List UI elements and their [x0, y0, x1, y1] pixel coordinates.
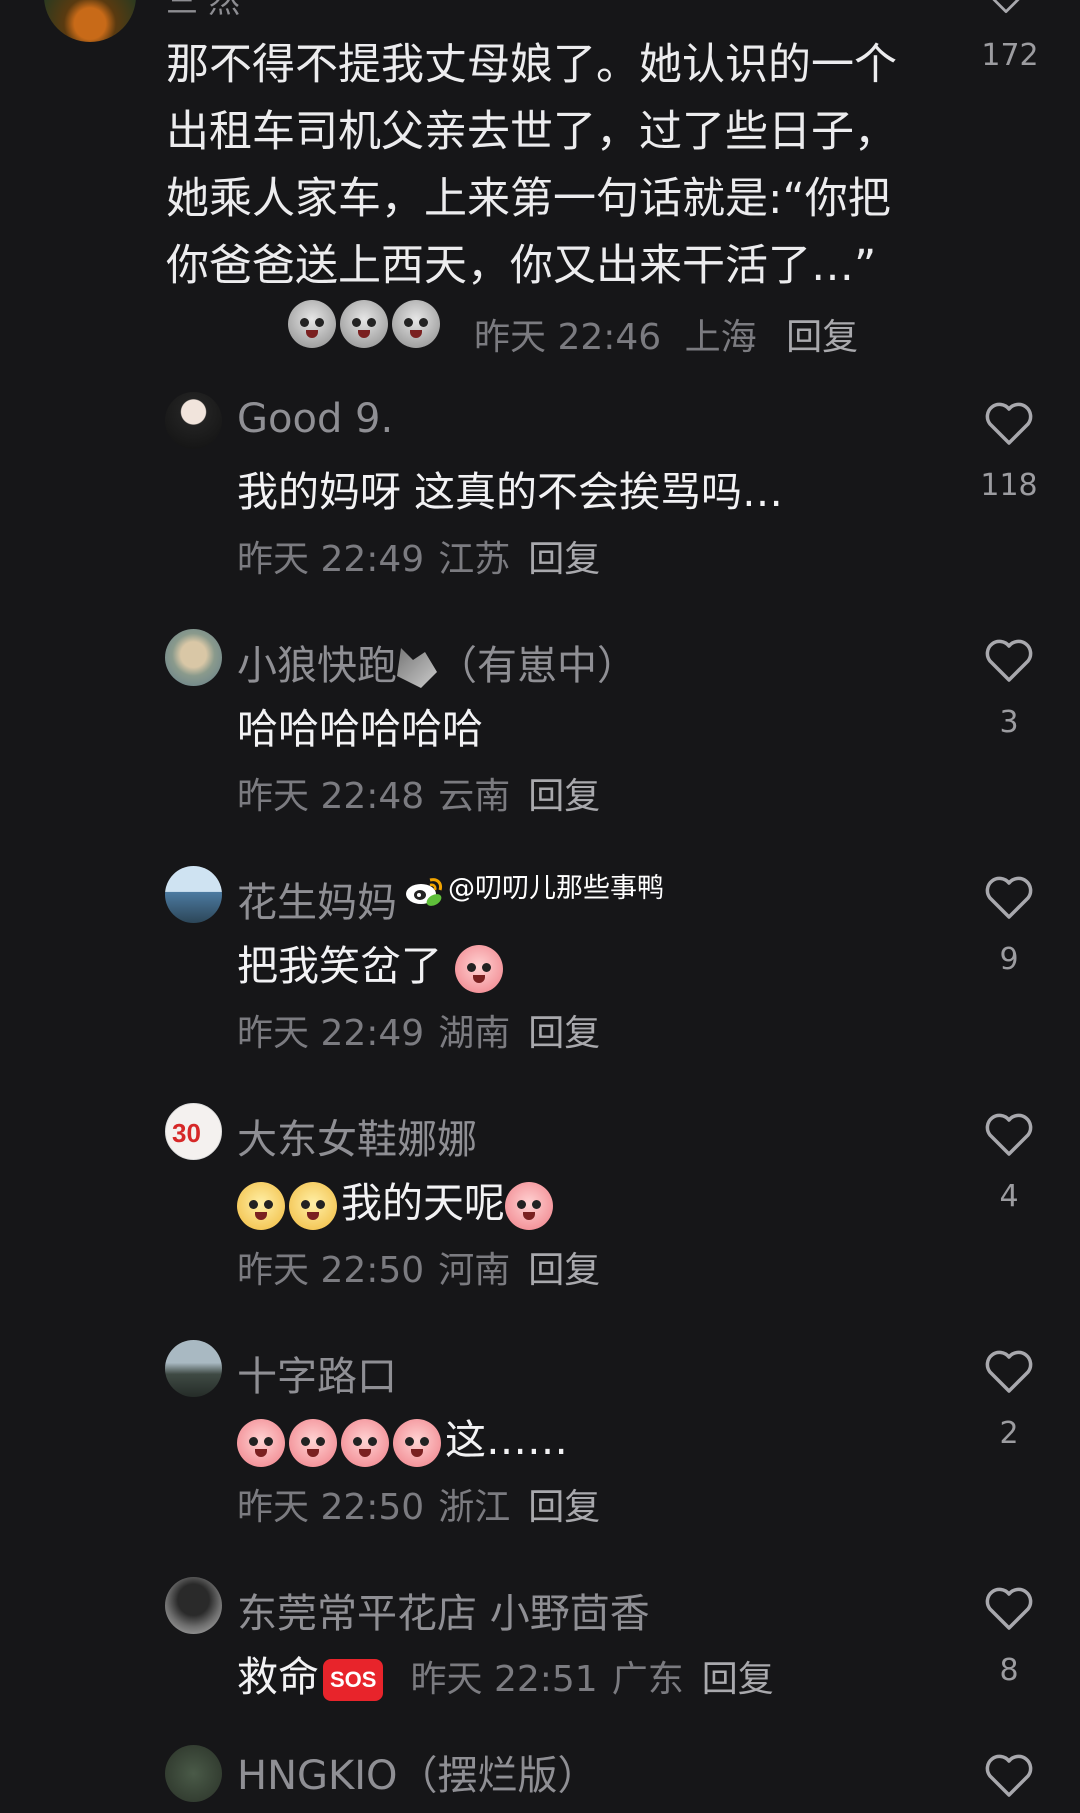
heart-outline-icon[interactable]: [984, 637, 1034, 683]
crying-laughing-emoji-icon: [505, 1182, 553, 1230]
comment-meta: 昨天 22:50 河南 回复: [237, 1241, 600, 1293]
comment-meta: 昨天 22:49 江苏 回复: [237, 530, 600, 582]
comment-time: 昨天 22:49: [237, 1013, 425, 1054]
emoji-icon: [288, 300, 336, 348]
emoji-icon: [340, 300, 388, 348]
emoji-icon: [392, 300, 440, 348]
avatar[interactable]: [44, 0, 136, 42]
comment-time: 昨天 22:50: [237, 1250, 425, 1291]
comment-meta: 昨天 22:50 浙江 回复: [237, 1478, 600, 1530]
watermark: @叨叨儿那些事鸭: [404, 866, 664, 906]
avatar[interactable]: 30: [165, 1103, 222, 1160]
comment-text-content: 这……: [445, 1416, 568, 1464]
comment-time: 昨天 22:50: [237, 1487, 425, 1528]
username[interactable]: 小狼快跑 （有崽中）: [237, 633, 637, 691]
sos-emoji-icon: SOS: [323, 1659, 384, 1701]
comment-text-content: 救命: [237, 1653, 319, 1701]
emoji-icon: [237, 1419, 285, 1467]
laughing-emoji-icon: [455, 945, 504, 993]
heart-outline-icon[interactable]: [984, 400, 1034, 446]
comment-text: 这……: [237, 1406, 568, 1467]
heart-outline-icon[interactable]: [986, 0, 1026, 14]
avatar-badge: 30: [172, 1118, 201, 1148]
weibo-icon: [406, 877, 442, 906]
like-count: 118: [980, 468, 1038, 503]
avatar[interactable]: [165, 1340, 222, 1397]
watermark-text: @叨叨儿那些事鸭: [448, 873, 664, 904]
heart-outline-icon[interactable]: [984, 874, 1034, 920]
username[interactable]: 十字路口: [237, 1344, 397, 1402]
comment-meta: 昨天 22:49 湖南 回复: [237, 1004, 600, 1056]
username[interactable]: HNGKIO（摆烂版）: [237, 1743, 598, 1801]
avatar[interactable]: [165, 629, 222, 686]
comment-location: 浙江: [438, 1487, 511, 1528]
reply-button[interactable]: 回复: [528, 1250, 600, 1291]
comment-text: 救命 SOS 昨天 22:51 广东 回复: [237, 1643, 774, 1703]
username[interactable]: 三 然: [166, 0, 240, 22]
username[interactable]: 花生妈妈: [237, 870, 397, 928]
emoji-icon: [289, 1182, 337, 1230]
comment-location: 湖南: [438, 1013, 511, 1054]
heart-outline-icon[interactable]: [984, 1585, 1034, 1631]
username[interactable]: Good 9.: [237, 396, 393, 442]
comment-time: 昨天 22:46: [474, 317, 662, 358]
comment-item: 30 大东女鞋娜娜 我的天呢 昨天 22:50 河南 回复 4: [0, 1103, 1080, 1339]
reply-button[interactable]: 回复: [528, 1013, 600, 1054]
like-count: 8: [999, 1653, 1019, 1688]
like-count: 9: [999, 942, 1019, 977]
emoji-icon: [237, 1182, 285, 1230]
comment-location: 河南: [438, 1250, 511, 1291]
username[interactable]: 东莞常平花店 小野茴香: [237, 1581, 650, 1639]
wolf-emoji-icon: [397, 648, 437, 688]
emoji-icon: [393, 1419, 441, 1467]
heart-outline-icon[interactable]: [984, 1752, 1034, 1798]
like-count: 3: [999, 705, 1019, 740]
comment-text-content: 我的天呢: [341, 1179, 505, 1227]
comment-location: 江苏: [438, 539, 511, 580]
reply-button[interactable]: 回复: [528, 776, 600, 817]
heart-outline-icon[interactable]: [984, 1111, 1034, 1157]
reply-button[interactable]: 回复: [702, 1659, 774, 1700]
like-count: 4: [999, 1179, 1019, 1214]
avatar[interactable]: [165, 866, 222, 923]
emoji-group: [288, 300, 444, 348]
comment-text: 那不得不提我丈母娘了。她认识的一个出租车司机父亲去世了，过了些日子，她乘人家车，…: [166, 40, 897, 291]
reply-button[interactable]: 回复: [528, 539, 600, 580]
comment-meta: 昨天 22:48 云南 回复: [237, 767, 600, 819]
comment-text: 我的妈呀 这真的不会挨骂吗…: [237, 468, 784, 516]
comment-time: 昨天 22:51: [410, 1659, 598, 1700]
avatar[interactable]: [165, 392, 222, 449]
comment-location: 上海: [684, 317, 757, 358]
avatar[interactable]: [165, 1577, 222, 1634]
like-count: 2: [999, 1416, 1019, 1451]
comment-item: Good 9. 我的妈呀 这真的不会挨骂吗… 昨天 22:49 江苏 回复 118: [0, 392, 1080, 628]
comment-item: 十字路口 这…… 昨天 22:50 浙江 回复 2: [0, 1340, 1080, 1576]
comment-item: 小狼快跑 （有崽中） 哈哈哈哈哈哈 昨天 22:48 云南 回复 3: [0, 629, 1080, 865]
reply-button[interactable]: 回复: [528, 1487, 600, 1528]
comment-text: 哈哈哈哈哈哈: [237, 705, 483, 753]
emoji-icon: [341, 1419, 389, 1467]
username-text: 小狼快跑: [237, 643, 397, 689]
comment-meta: 昨天 22:46 上海 回复: [288, 300, 858, 360]
comment-text: 把我笑岔了: [237, 932, 507, 993]
comment-location: 广东: [611, 1659, 684, 1700]
like-count: 172: [981, 38, 1039, 73]
comment-time: 昨天 22:49: [237, 539, 425, 580]
username-suffix: （有崽中）: [437, 643, 637, 689]
heart-outline-icon[interactable]: [984, 1348, 1034, 1394]
emoji-icon: [289, 1419, 337, 1467]
avatar[interactable]: [165, 1745, 222, 1802]
reply-button[interactable]: 回复: [786, 317, 858, 358]
comment-text-content: 把我笑岔了: [237, 942, 442, 990]
username[interactable]: 大东女鞋娜娜: [237, 1107, 477, 1165]
comment-location: 云南: [438, 776, 511, 817]
comment-time: 昨天 22:48: [237, 776, 425, 817]
comment-text: 我的天呢: [237, 1169, 557, 1230]
